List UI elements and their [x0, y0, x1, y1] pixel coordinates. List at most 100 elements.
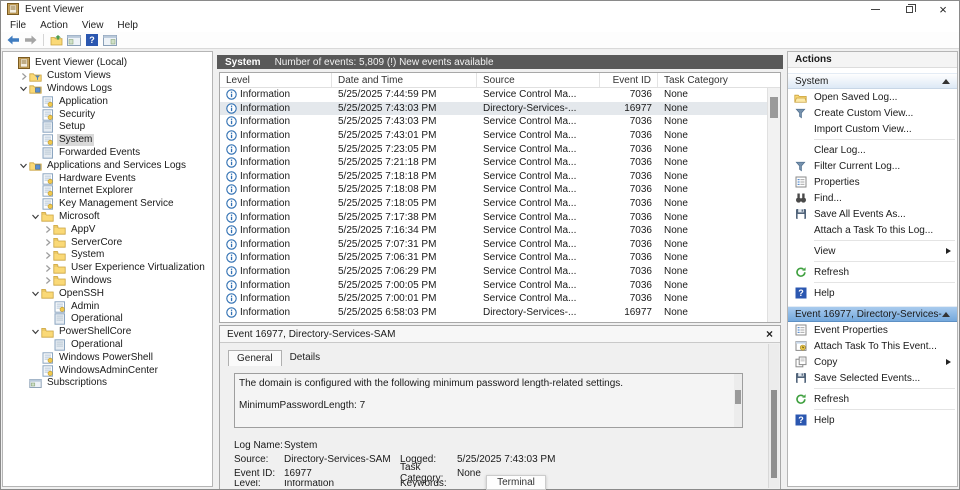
minimize-button[interactable] [858, 0, 892, 18]
tab-details[interactable]: Details [282, 350, 329, 366]
tree-item-applications-and-services-logs[interactable]: Applications and Services Logs [3, 159, 212, 172]
table-row[interactable]: Information 5/25/2025 7:00:05 PM Service C… [220, 278, 767, 292]
table-row[interactable]: Information 5/25/2025 7:43:01 PM Service C… [220, 129, 767, 143]
expander-expanded-icon[interactable] [30, 290, 41, 298]
action-import-custom-view[interactable]: Import Custom View... [788, 121, 957, 137]
action-copy[interactable]: Copy [788, 354, 957, 370]
action-save-all-events-as[interactable]: Save All Events As... [788, 206, 957, 222]
menu-help[interactable]: Help [110, 20, 145, 31]
table-row[interactable]: Information 5/25/2025 7:43:03 PM Directory… [220, 101, 767, 116]
collapse-arrow-icon[interactable] [942, 78, 950, 84]
action-help[interactable]: ? Help [788, 412, 957, 428]
actions-section-header-system[interactable]: System [788, 73, 957, 89]
detail-scrollbar-thumb[interactable] [771, 390, 777, 478]
close-button[interactable]: × [926, 0, 960, 18]
export-list-button[interactable] [47, 33, 65, 48]
action-find[interactable]: Find... [788, 190, 957, 206]
expander-expanded-icon[interactable] [18, 85, 29, 93]
table-row[interactable]: Information 5/25/2025 7:00:01 PM Service C… [220, 292, 767, 306]
expander-collapsed-icon[interactable] [42, 238, 53, 247]
menu-action[interactable]: Action [33, 20, 75, 31]
tree-item-application[interactable]: Application [3, 95, 212, 108]
expander-expanded-icon[interactable] [30, 213, 41, 221]
column-header-task-category[interactable]: Task Category [658, 73, 780, 87]
tree-item-openssh[interactable]: OpenSSH [3, 287, 212, 300]
action-properties[interactable]: Properties [788, 174, 957, 190]
action-refresh[interactable]: Refresh [788, 264, 957, 280]
action-attach-task-to-this-event[interactable]: Attach Task To This Event... [788, 338, 957, 354]
collapse-arrow-icon[interactable] [942, 311, 950, 317]
table-row[interactable]: Information 5/25/2025 7:21:18 PM Service C… [220, 156, 767, 170]
action-help[interactable]: ? Help [788, 285, 957, 301]
column-header-date[interactable]: Date and Time [332, 73, 477, 87]
tree-item-operational[interactable]: Operational [3, 339, 212, 352]
table-row[interactable]: Information 5/25/2025 6:58:03 PM Directory… [220, 306, 767, 320]
tree-item-powershellcore[interactable]: PowerShellCore [3, 326, 212, 339]
tree-item-windowsadmincenter[interactable]: WindowsAdminCenter [3, 364, 212, 377]
tree-item-servercore[interactable]: ServerCore [3, 236, 212, 249]
action-save-selected-events[interactable]: Save Selected Events... [788, 370, 957, 386]
table-row[interactable]: Information 5/25/2025 7:44:59 PM Service C… [220, 88, 767, 102]
table-row[interactable]: Information 5/25/2025 7:07:31 PM Service C… [220, 238, 767, 252]
table-scrollbar[interactable] [767, 88, 780, 322]
column-header-event-id[interactable]: Event ID [600, 73, 658, 87]
tree-item-system[interactable]: System [3, 249, 212, 262]
detail-close-button[interactable]: × [766, 328, 773, 340]
detail-scrollbar[interactable] [768, 344, 779, 488]
expander-collapsed-icon[interactable] [42, 251, 53, 260]
message-scrollbar-thumb[interactable] [735, 390, 741, 404]
tree-item-microsoft[interactable]: Microsoft [3, 211, 212, 224]
action-event-properties[interactable]: Event Properties [788, 322, 957, 338]
back-button[interactable] [4, 33, 22, 48]
menu-view[interactable]: View [75, 20, 111, 31]
action-refresh[interactable]: Refresh [788, 391, 957, 407]
tree-item-internet-explorer[interactable]: Internet Explorer [3, 185, 212, 198]
table-scrollbar-thumb[interactable] [770, 97, 778, 118]
tree-item-operational[interactable]: Operational [3, 313, 212, 326]
tree-item-admin[interactable]: Admin [3, 300, 212, 313]
action-attach-a-task-to-this-log[interactable]: Attach a Task To this Log... [788, 222, 957, 238]
tree-item-system[interactable]: System [3, 134, 212, 147]
tree-item-event-viewer-local[interactable]: Event Viewer (Local) [3, 57, 212, 70]
column-header-level[interactable]: Level [220, 73, 332, 87]
expander-expanded-icon[interactable] [30, 328, 41, 336]
tree-item-forwarded-events[interactable]: Forwarded Events [3, 147, 212, 160]
forward-button[interactable] [22, 33, 40, 48]
tree-item-appv[interactable]: AppV [3, 223, 212, 236]
event-message-box[interactable]: The domain is configured with the follow… [234, 373, 743, 428]
menu-file[interactable]: File [3, 20, 33, 31]
expander-collapsed-icon[interactable] [18, 72, 29, 81]
tree-item-subscriptions[interactable]: Subscriptions [3, 377, 212, 390]
tree-item-security[interactable]: Security [3, 108, 212, 121]
help-button[interactable]: ? [83, 33, 101, 48]
action-filter-current-log[interactable]: Filter Current Log... [788, 158, 957, 174]
table-row[interactable]: Information 5/25/2025 7:23:05 PM Service C… [220, 142, 767, 156]
tree-item-windows-logs[interactable]: Windows Logs [3, 83, 212, 96]
action-open-saved-log[interactable]: Open Saved Log... [788, 89, 957, 105]
table-row[interactable]: Information 5/25/2025 7:06:31 PM Service C… [220, 251, 767, 265]
action-pane-button[interactable] [101, 33, 119, 48]
tree-item-hardware-events[interactable]: Hardware Events [3, 172, 212, 185]
table-row[interactable]: Information 5/25/2025 7:18:08 PM Service C… [220, 183, 767, 197]
action-clear-log[interactable]: Clear Log... [788, 142, 957, 158]
tree-item-windows-powershell[interactable]: Windows PowerShell [3, 351, 212, 364]
tree-item-custom-views[interactable]: Custom Views [3, 70, 212, 83]
tab-general[interactable]: General [228, 350, 282, 366]
tree-item-key-management-service[interactable]: Key Management Service [3, 198, 212, 211]
column-header-source[interactable]: Source [477, 73, 600, 87]
expander-expanded-icon[interactable] [18, 162, 29, 170]
action-view[interactable]: View [788, 243, 957, 259]
table-row[interactable]: Information 5/25/2025 7:17:38 PM Service C… [220, 210, 767, 224]
restore-button[interactable] [892, 0, 926, 18]
tree-item-windows[interactable]: Windows [3, 275, 212, 288]
expander-collapsed-icon[interactable] [42, 264, 53, 273]
actions-section-header-event-16977-directory-services-sam[interactable]: Event 16977, Directory-Services-SAM [788, 306, 957, 322]
terminal-tooltip[interactable]: Terminal [486, 475, 546, 490]
tree-item-user-experience-virtualization[interactable]: User Experience Virtualization [3, 262, 212, 275]
console-tree-button[interactable] [65, 33, 83, 48]
message-scrollbar[interactable] [734, 374, 742, 427]
table-row[interactable]: Information 5/25/2025 7:16:34 PM Service C… [220, 224, 767, 238]
table-row[interactable]: Information 5/25/2025 7:18:05 PM Service C… [220, 197, 767, 211]
action-create-custom-view[interactable]: Create Custom View... [788, 105, 957, 121]
expander-collapsed-icon[interactable] [42, 225, 53, 234]
